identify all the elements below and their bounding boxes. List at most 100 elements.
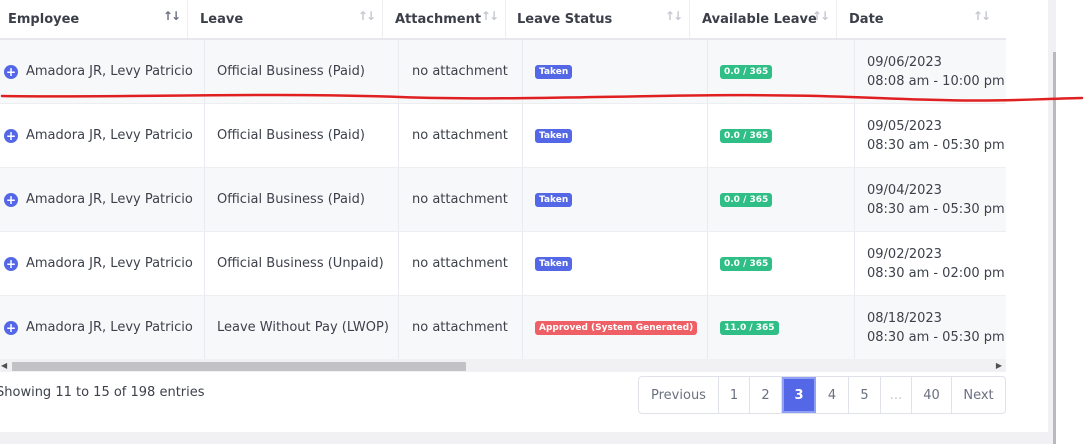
page-button-2[interactable]: 2 — [750, 377, 782, 413]
column-header-leave-status[interactable]: Leave Status ↑↓ — [509, 0, 689, 38]
available-leave-badge: 0.0 / 365 — [720, 128, 773, 143]
cell-divider — [707, 168, 708, 231]
expand-row-icon[interactable]: + — [4, 64, 18, 79]
employee-name: Amadora JR, Levy Patricio — [26, 192, 193, 207]
page-button-40[interactable]: 40 — [912, 377, 952, 413]
column-divider — [382, 0, 383, 38]
cell-divider — [707, 232, 708, 295]
attachment-text: no attachment — [412, 128, 508, 143]
scroll-left-arrow-icon[interactable]: ◀ — [1, 359, 7, 372]
available-leave-badge: 11.0 / 365 — [720, 320, 779, 335]
column-header-leave[interactable]: Leave ↑↓ — [192, 0, 382, 38]
cell-divider — [398, 296, 399, 359]
cell-divider — [398, 232, 399, 295]
employee-name: Amadora JR, Levy Patricio — [26, 128, 193, 143]
expand-row-icon[interactable]: + — [4, 320, 18, 335]
page-button-5[interactable]: 5 — [849, 377, 881, 413]
column-divider — [187, 0, 188, 38]
scroll-right-arrow-icon[interactable]: ▶ — [996, 359, 1002, 372]
column-label: Attachment — [395, 11, 482, 27]
employee-name: Amadora JR, Levy Patricio — [26, 64, 193, 79]
leave-date: 09/02/2023 — [867, 246, 942, 262]
sort-icon[interactable]: ↑↓ — [665, 9, 683, 23]
employee-name: Amadora JR, Levy Patricio — [26, 320, 193, 335]
status-badge: Taken — [535, 64, 573, 79]
date-cell: 09/05/2023 08:30 am - 05:30 pm — [867, 104, 1006, 167]
cell-divider — [204, 232, 205, 295]
status-cell: Taken — [535, 168, 705, 231]
column-label: Date — [849, 11, 884, 27]
leave-date: 09/06/2023 — [867, 54, 942, 70]
date-cell: 08/18/2023 08:30 am - 05:30 pm — [867, 296, 1006, 359]
leave-date: 09/04/2023 — [867, 182, 942, 198]
available-cell: 11.0 / 365 — [720, 296, 848, 359]
cell-divider — [204, 168, 205, 231]
cell-divider — [398, 168, 399, 231]
cell-divider — [522, 296, 523, 359]
page-button-4[interactable]: 4 — [816, 377, 849, 413]
employee-cell: + Amadora JR, Levy Patricio — [4, 168, 202, 231]
column-label: Employee — [8, 11, 80, 27]
expand-row-icon[interactable]: + — [4, 256, 18, 271]
column-label: Leave — [200, 11, 244, 27]
horizontal-scrollbar[interactable]: ◀ ▶ — [0, 359, 1006, 372]
pagination-ellipsis: ... — [881, 377, 912, 413]
leave-type: Official Business (Unpaid) — [217, 256, 384, 271]
leave-date: 09/05/2023 — [867, 118, 942, 134]
page-button-1[interactable]: 1 — [719, 377, 750, 413]
table-row[interactable]: + Amadora JR, Levy Patricio Official Bus… — [0, 232, 1006, 296]
sort-active-icon[interactable]: ↑↓ — [163, 9, 181, 23]
sort-icon[interactable]: ↑↓ — [358, 9, 376, 23]
date-cell: 09/04/2023 08:30 am - 05:30 pm — [867, 168, 1006, 231]
cell-divider — [204, 296, 205, 359]
leave-type: Official Business (Paid) — [217, 128, 365, 143]
pagination: Previous 1 2 3 4 5 ... 40 Next — [638, 376, 1006, 414]
column-label: Leave Status — [517, 11, 613, 27]
cell-divider — [707, 296, 708, 359]
available-cell: 0.0 / 365 — [720, 168, 848, 231]
page-button-3-active[interactable]: 3 — [782, 377, 816, 413]
leave-time-range: 08:30 am - 05:30 pm — [867, 201, 1005, 217]
status-badge: Taken — [535, 256, 573, 271]
cell-divider — [522, 232, 523, 295]
available-cell: 0.0 / 365 — [720, 232, 848, 295]
available-leave-badge: 0.0 / 365 — [720, 192, 773, 207]
leave-time-range: 08:30 am - 02:00 pm — [867, 265, 1005, 281]
table-row[interactable]: + Amadora JR, Levy Patricio Official Bus… — [0, 168, 1006, 232]
available-leave-badge: 0.0 / 365 — [720, 256, 773, 271]
cell-divider — [854, 296, 855, 359]
expand-row-icon[interactable]: + — [4, 128, 18, 143]
entries-info: Showing 11 to 15 of 198 entries — [0, 385, 205, 400]
sort-icon[interactable]: ↑↓ — [481, 9, 499, 23]
cell-divider — [522, 168, 523, 231]
leave-time-range: 08:30 am - 05:30 pm — [867, 329, 1005, 345]
employee-cell: + Amadora JR, Levy Patricio — [4, 104, 202, 167]
table-row[interactable]: + Amadora JR, Levy Patricio Leave Withou… — [0, 296, 1006, 360]
table-row[interactable]: + Amadora JR, Levy Patricio Official Bus… — [0, 104, 1006, 168]
available-leave-badge: 0.0 / 365 — [720, 64, 773, 79]
column-header-employee[interactable]: Employee ↑↓ — [0, 0, 187, 38]
date-cell: 09/02/2023 08:30 am - 02:00 pm — [867, 232, 1006, 295]
horizontal-scrollbar-thumb[interactable] — [12, 362, 466, 371]
employee-name: Amadora JR, Levy Patricio — [26, 256, 193, 271]
expand-row-icon[interactable]: + — [4, 192, 18, 207]
column-header-date[interactable]: Date ↑↓ — [841, 0, 997, 38]
leave-type: Official Business (Paid) — [217, 192, 365, 207]
cell-divider — [398, 104, 399, 167]
attachment-text: no attachment — [412, 192, 508, 207]
sort-icon[interactable]: ↑↓ — [973, 9, 991, 23]
status-cell: Approved (System Generated) — [535, 296, 705, 359]
table-header: Employee ↑↓ Leave ↑↓ Attachment ↑↓ Leave… — [0, 0, 1006, 40]
cell-divider — [204, 104, 205, 167]
pagination-next-button[interactable]: Next — [952, 377, 1005, 413]
vertical-scrollbar-thumb[interactable] — [1053, 52, 1056, 444]
column-header-available-leave[interactable]: Available Leave ↑↓ — [694, 0, 836, 38]
cell-divider — [854, 168, 855, 231]
pagination-previous-button[interactable]: Previous — [639, 377, 719, 413]
sort-icon[interactable]: ↑↓ — [812, 9, 830, 23]
status-cell: Taken — [535, 104, 705, 167]
attachment-text: no attachment — [412, 320, 508, 335]
status-badge: Approved (System Generated) — [535, 320, 698, 335]
column-divider — [505, 0, 506, 38]
column-header-attachment[interactable]: Attachment ↑↓ — [387, 0, 505, 38]
